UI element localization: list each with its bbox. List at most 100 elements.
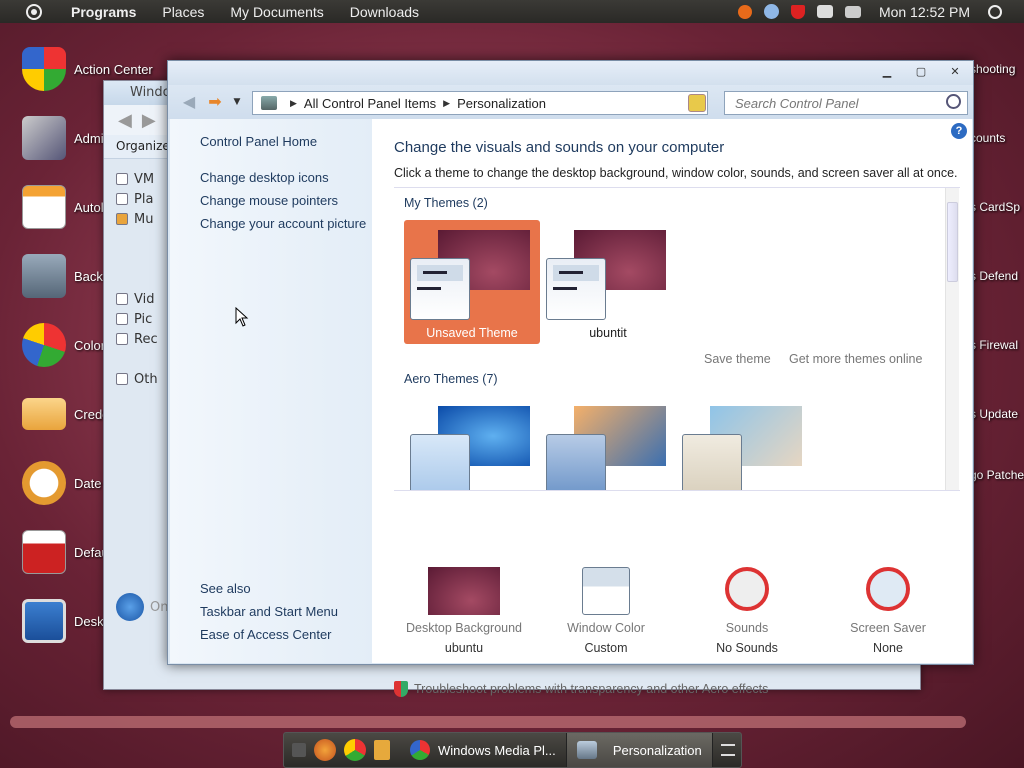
personalization-window: ▁ ▢ ✕ ◀ ➡ ▼ ▶ All Control Panel Items ▶ … bbox=[167, 60, 974, 697]
system-tray: Mon 12:52 PM bbox=[732, 0, 1024, 23]
sounds-setting[interactable]: Sounds No Sounds bbox=[677, 567, 817, 655]
menu-downloads[interactable]: Downloads bbox=[337, 4, 432, 20]
desktop-icon-label[interactable]: counts bbox=[970, 131, 1005, 145]
control-panel-icon bbox=[261, 96, 277, 110]
maximize-button[interactable]: ▢ bbox=[910, 65, 932, 81]
desktop-icon-label[interactable]: s CardSp bbox=[970, 200, 1020, 214]
left-pane: Control Panel Home Change desktop icons … bbox=[170, 119, 372, 663]
control-panel-home-link[interactable]: Control Panel Home bbox=[200, 134, 317, 149]
clock[interactable]: Mon 12:52 PM bbox=[879, 4, 970, 20]
themes-list: My Themes (2) Unsaved Theme ubuntit Save… bbox=[394, 187, 960, 491]
desktop-icon-label[interactable]: s Defend bbox=[970, 269, 1018, 283]
desktop-icon-label[interactable]: s Update bbox=[970, 407, 1018, 421]
desktop-icon-label: Action Center bbox=[74, 61, 153, 77]
chrome-icon[interactable] bbox=[344, 739, 366, 761]
save-theme-link[interactable]: Save theme bbox=[704, 352, 771, 366]
window-preview bbox=[546, 434, 606, 490]
troubleshoot-link[interactable]: Troubleshoot problems with transparency … bbox=[394, 681, 768, 697]
address-field[interactable]: ▶ All Control Panel Items ▶ Personalizat… bbox=[252, 91, 708, 115]
theme-ubuntit[interactable]: ubuntit bbox=[540, 220, 676, 344]
top-panel: Programs Places My Documents Downloads M… bbox=[0, 0, 1024, 23]
network-globe-icon[interactable] bbox=[763, 4, 779, 19]
setting-label: Window Color bbox=[567, 621, 645, 635]
setting-label: Screen Saver bbox=[850, 621, 926, 635]
change-mouse-pointers-link[interactable]: Change mouse pointers bbox=[200, 193, 338, 208]
search-icon[interactable] bbox=[946, 94, 961, 109]
shield-tray-icon[interactable] bbox=[790, 4, 805, 19]
page-description: Click a theme to change the desktop back… bbox=[394, 166, 958, 180]
theme-name: Unsaved Theme bbox=[426, 326, 518, 340]
window-titlebar[interactable]: ▁ ▢ ✕ bbox=[168, 61, 973, 85]
themes-scrollbar[interactable] bbox=[945, 188, 959, 490]
desktop-icon-label: Admi bbox=[74, 130, 104, 146]
ease-of-access-link[interactable]: Ease of Access Center bbox=[200, 627, 332, 642]
back-arrow-icon[interactable]: ◀ bbox=[180, 93, 198, 111]
file-manager-icon[interactable] bbox=[374, 740, 390, 760]
aero-themes-label: Aero Themes (7) bbox=[404, 372, 498, 386]
desktop-background-setting[interactable]: Desktop Background ubuntu bbox=[394, 567, 534, 655]
monitor-icon bbox=[22, 599, 66, 643]
mouse-cursor-icon bbox=[235, 307, 249, 327]
desktop-icon-label[interactable]: shooting bbox=[970, 62, 1015, 76]
scroll-thumb[interactable] bbox=[947, 202, 958, 282]
window-preview bbox=[546, 258, 606, 320]
task-personalization[interactable]: Personalization bbox=[566, 733, 713, 767]
clock-icon bbox=[22, 461, 66, 505]
window-color-setting[interactable]: Window Color Custom bbox=[536, 567, 676, 655]
breadcrumb-personalization[interactable]: Personalization bbox=[457, 96, 546, 111]
menu-programs[interactable]: Programs bbox=[58, 4, 149, 20]
desktop-icon-label[interactable]: go Patche bbox=[970, 468, 1024, 482]
credentials-icon bbox=[22, 398, 66, 430]
setting-label: Sounds bbox=[725, 621, 769, 635]
change-desktop-icons-link[interactable]: Change desktop icons bbox=[200, 170, 329, 185]
media-player-icon bbox=[410, 740, 430, 760]
close-button[interactable]: ✕ bbox=[944, 65, 966, 81]
sound-muted-icon[interactable] bbox=[844, 5, 861, 18]
search-tray-icon[interactable] bbox=[737, 4, 752, 19]
forward-arrow-icon[interactable]: ➡ bbox=[206, 93, 224, 111]
shield-icon bbox=[394, 681, 408, 697]
desktop-icon-label: Autol bbox=[74, 199, 104, 215]
window-color-icon bbox=[582, 567, 630, 615]
globe-icon bbox=[116, 593, 144, 621]
task-media-player[interactable]: Windows Media Pl... bbox=[400, 733, 567, 767]
see-also-heading: See also bbox=[200, 581, 251, 596]
color-wheel-icon bbox=[22, 323, 66, 367]
firefox-icon[interactable] bbox=[314, 739, 336, 761]
show-desktop-icon[interactable] bbox=[292, 743, 306, 757]
change-account-picture-link[interactable]: Change your account picture bbox=[200, 216, 366, 231]
taskbar-start-menu-link[interactable]: Taskbar and Start Menu bbox=[200, 604, 338, 619]
screen-saver-setting[interactable]: Screen Saver None bbox=[818, 567, 958, 655]
theme-name: ubuntit bbox=[589, 326, 627, 340]
desktop-scrollbar[interactable] bbox=[10, 716, 966, 728]
theme-aero-architecture[interactable] bbox=[540, 396, 676, 490]
theme-unsaved[interactable]: Unsaved Theme bbox=[404, 220, 540, 344]
back-arrow-icon[interactable]: ◀ bbox=[118, 110, 132, 131]
taskbar: Windows Media Pl... Personalization bbox=[283, 732, 742, 768]
breadcrumb-all-items[interactable]: All Control Panel Items bbox=[304, 96, 436, 111]
display-tray-icon[interactable] bbox=[816, 5, 833, 18]
menu-my-documents[interactable]: My Documents bbox=[217, 4, 336, 20]
history-dropdown-icon[interactable]: ▼ bbox=[228, 93, 246, 111]
online-status[interactable]: On bbox=[116, 593, 168, 621]
my-themes-label: My Themes (2) bbox=[404, 196, 488, 210]
default-programs-icon bbox=[22, 530, 66, 574]
ubuntu-logo-icon[interactable] bbox=[26, 3, 42, 20]
get-more-themes-link[interactable]: Get more themes online bbox=[789, 352, 922, 366]
search-input[interactable]: Search Control Panel bbox=[724, 91, 968, 115]
help-icon[interactable]: ? bbox=[951, 123, 967, 139]
search-icon[interactable] bbox=[988, 4, 1002, 19]
desktop-icon-label[interactable]: s Firewal bbox=[970, 338, 1018, 352]
forward-arrow-icon[interactable]: ▶ bbox=[142, 110, 156, 131]
theme-aero-characters[interactable] bbox=[676, 396, 812, 490]
menu-places[interactable]: Places bbox=[149, 4, 217, 20]
address-bar-row: ◀ ➡ ▼ ▶ All Control Panel Items ▶ Person… bbox=[168, 85, 973, 119]
autoplay-icon bbox=[22, 185, 66, 229]
tools-icon bbox=[22, 116, 66, 160]
minimize-button[interactable]: ▁ bbox=[876, 65, 898, 81]
theme-aero-windows[interactable] bbox=[404, 396, 540, 490]
setting-value: Custom bbox=[584, 641, 628, 655]
sounds-disabled-icon bbox=[725, 567, 769, 611]
refresh-icon[interactable] bbox=[688, 94, 706, 112]
menu-icon[interactable] bbox=[720, 744, 735, 756]
